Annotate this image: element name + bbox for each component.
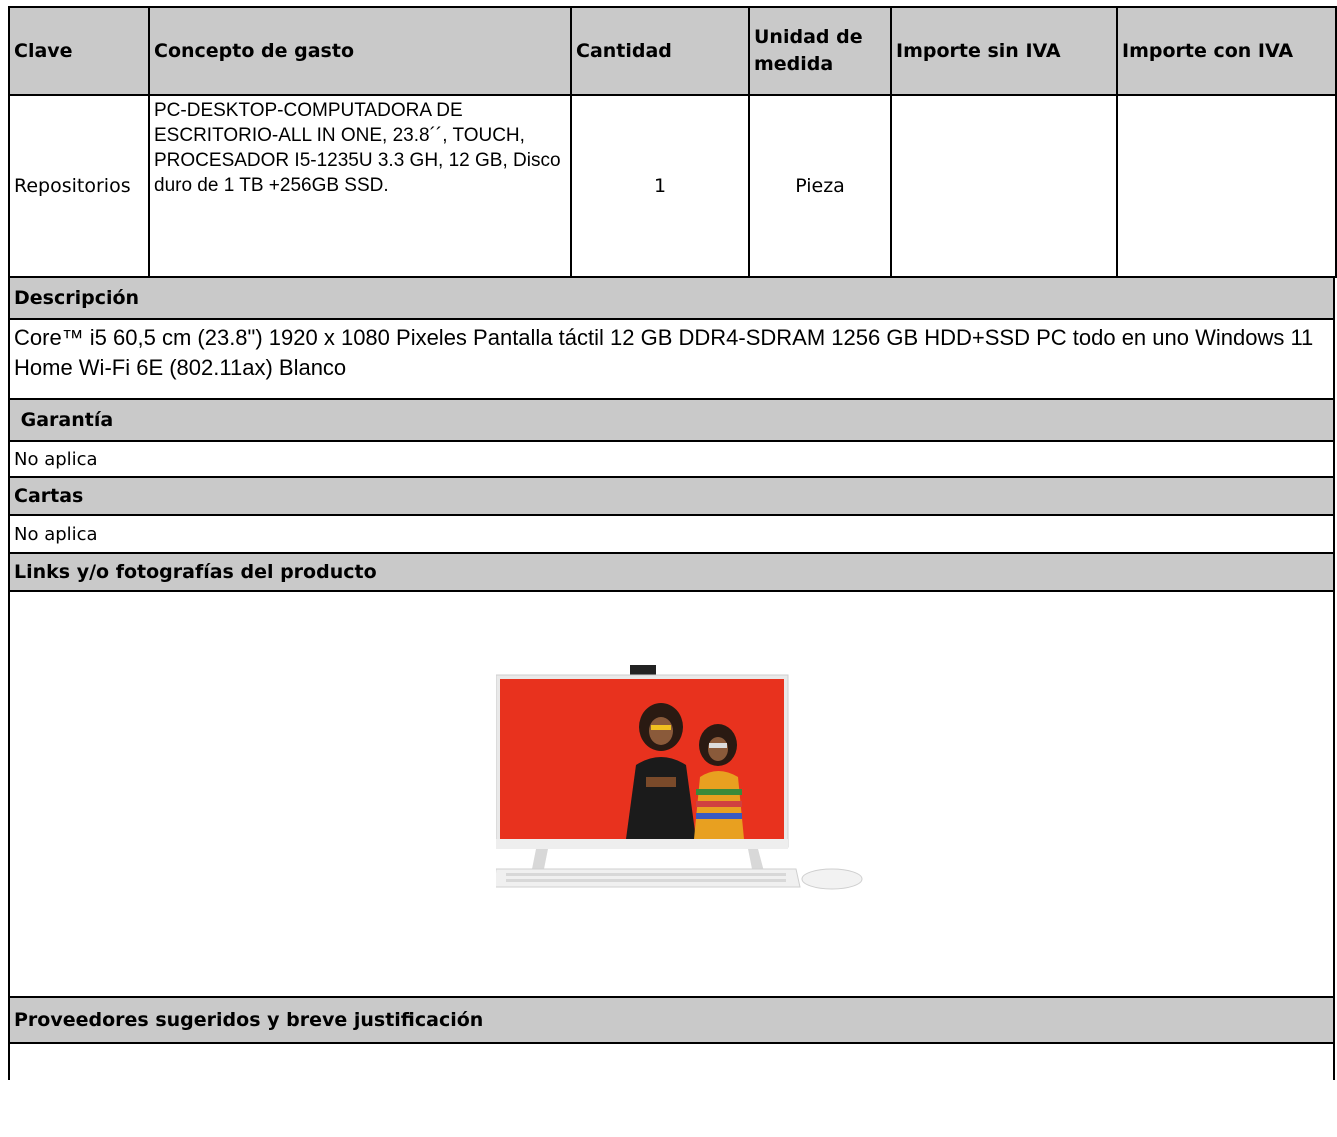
garantia-text: No aplica [14, 448, 98, 470]
unidad-value: Pieza [795, 175, 845, 197]
header-clave[interactable]: Clave [8, 6, 150, 96]
section-links-body[interactable] [8, 592, 1335, 998]
section-proveedores-header: Proveedores sugeridos y breve justificac… [8, 998, 1335, 1044]
links-title: Links y/o fotografías del producto [14, 561, 377, 583]
section-descripcion-body[interactable]: Core™ i5 60,5 cm (23.8") 1920 x 1080 Pix… [8, 320, 1335, 400]
header-concepto[interactable]: Concepto de gasto [148, 6, 572, 96]
cell-importe-con-iva[interactable] [1116, 94, 1337, 278]
descripcion-text: Core™ i5 60,5 cm (23.8") 1920 x 1080 Pix… [14, 325, 1314, 380]
spreadsheet-sheet: Clave Concepto de gasto Cantidad Unidad … [8, 6, 1337, 1080]
items-table: Clave Concepto de gasto Cantidad Unidad … [8, 6, 1337, 278]
header-cantidad[interactable]: Cantidad [570, 6, 750, 96]
proveedores-title: Proveedores sugeridos y breve justificac… [14, 1009, 484, 1031]
clave-value: Repositorios [14, 175, 131, 197]
cantidad-value: 1 [653, 175, 667, 197]
mouse-icon [801, 868, 863, 890]
cartas-text: No aplica [14, 523, 98, 545]
section-links-header: Links y/o fotografías del producto [8, 554, 1335, 592]
section-cartas-body[interactable]: No aplica [8, 516, 1335, 554]
table-header-row: Clave Concepto de gasto Cantidad Unidad … [8, 6, 1337, 96]
descripcion-title: Descripción [14, 287, 140, 309]
section-proveedores-body[interactable] [8, 1044, 1335, 1080]
cell-importe-sin-iva[interactable] [890, 94, 1118, 278]
all-in-one-pc-image [496, 665, 863, 890]
garantia-title: Garantía [14, 409, 114, 431]
cell-cantidad[interactable]: 1 [570, 94, 750, 278]
section-descripcion-header: Descripción [8, 278, 1335, 320]
header-importe-con-iva[interactable]: Importe con IVA [1116, 6, 1337, 96]
table-row: Repositorios PC-DESKTOP-COMPUTADORA DE E… [8, 94, 1337, 278]
header-importe-sin-iva[interactable]: Importe sin IVA [890, 6, 1118, 96]
keyboard-icon [496, 868, 801, 888]
header-unidad[interactable]: Unidad de medida [748, 6, 892, 96]
cell-unidad[interactable]: Pieza [748, 94, 892, 278]
cell-concepto[interactable]: PC-DESKTOP-COMPUTADORA DE ESCRITORIO-ALL… [148, 94, 572, 278]
cell-clave[interactable]: Repositorios [8, 94, 150, 278]
cartas-title: Cartas [14, 485, 84, 507]
section-cartas-header: Cartas [8, 478, 1335, 516]
concepto-value: PC-DESKTOP-COMPUTADORA DE ESCRITORIO-ALL… [154, 100, 561, 196]
section-garantia-body[interactable]: No aplica [8, 442, 1335, 478]
section-garantia-header: Garantía [8, 400, 1335, 442]
